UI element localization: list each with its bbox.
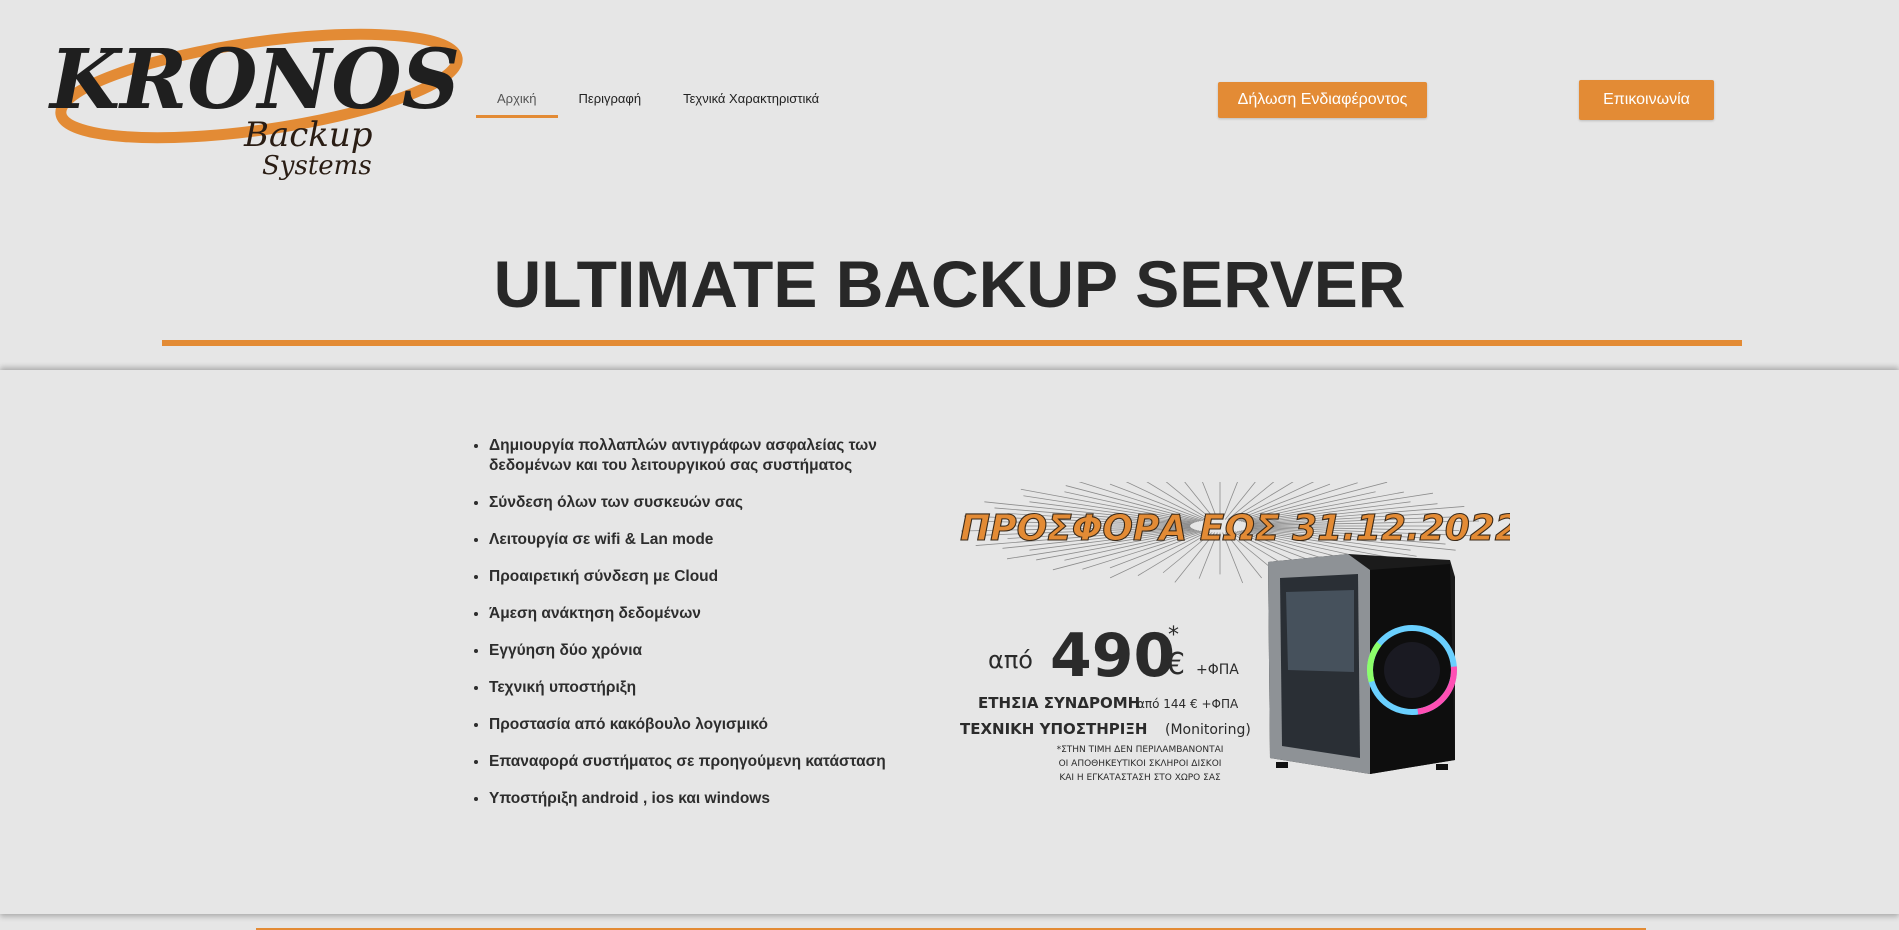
feature-item: Προστασία από κακόβουλο λογισμικό xyxy=(489,715,889,735)
nav-item-description[interactable]: Περιγραφή xyxy=(558,80,663,118)
site-header: KRONOS Backup Systems Αρχική Περιγραφή Τ… xyxy=(0,0,1899,370)
nav-item-label: Τεχνικά Χαρακτηριστικά xyxy=(683,91,820,106)
nav-item-label: Αρχική xyxy=(497,91,537,106)
price-vat: +ΦΠΑ xyxy=(1196,662,1239,678)
feature-item: Δημιουργία πολλαπλών αντιγράφων ασφαλεία… xyxy=(489,436,889,476)
nav-item-specifications[interactable]: Τεχνικά Χαρακτηριστικά xyxy=(662,80,840,118)
offer-headline: ΠΡΟΣΦΟΡΑ ΕΩΣ 31.12.2022 xyxy=(960,508,1510,549)
feature-item: Τεχνική υποστήριξη xyxy=(489,678,889,698)
nav-item-label: Περιγραφή xyxy=(578,91,642,106)
fine-print-line: ΚΑΙ Η ΕΓΚΑΤΑΣΤΑΣΗ ΣΤΟ ΧΩΡΟ ΣΑΣ xyxy=(1059,773,1221,783)
support-note: (Monitoring) xyxy=(1165,722,1251,738)
feature-item: Λειτουργία σε wifi & Lan mode xyxy=(489,530,889,550)
feature-item: Υποστήριξη android , ios και windows xyxy=(489,789,889,809)
features-section: Δημιουργία πολλαπλών αντιγράφων ασφαλεία… xyxy=(0,370,1899,914)
feature-item: Σύνδεση όλων των συσκευών σας xyxy=(489,493,889,513)
interest-button[interactable]: Δήλωση Ενδιαφέροντος xyxy=(1218,82,1427,118)
price-value: 490 xyxy=(1050,621,1175,691)
support-label: ΤΕΧΝΙΚΗ ΥΠΟΣΤΗΡΙΞΗ xyxy=(960,720,1147,738)
title-divider xyxy=(162,340,1742,346)
price-currency: € xyxy=(1166,647,1185,682)
subscription-price: από 144 € +ΦΠΑ xyxy=(1137,697,1239,711)
nav-item-home[interactable]: Αρχική xyxy=(476,80,558,118)
subscription-label: ΕΤΗΣΙΑ ΣΥΝΔΡΟΜΗ xyxy=(978,694,1140,712)
logo-backup-text: Backup xyxy=(243,115,373,155)
server-case-image xyxy=(1268,554,1457,774)
logo-systems-text: Systems xyxy=(262,151,372,181)
feature-item: Επαναφορά συστήματος σε προηγούμενη κατά… xyxy=(489,752,889,772)
main-nav: Αρχική Περιγραφή Τεχνικά Χαρακτηριστικά xyxy=(476,80,840,120)
kronos-logo[interactable]: KRONOS Backup Systems xyxy=(44,16,470,184)
feature-item: Άμεση ανάκτηση δεδομένων xyxy=(489,604,889,624)
fine-print-line: *ΣΤΗΝ ΤΙΜΗ ΔΕΝ ΠΕΡΙΛΑΜΒΑΝΟΝΤΑΙ xyxy=(1057,745,1224,755)
contact-button[interactable]: Επικοινωνία xyxy=(1579,80,1714,120)
price-prefix: από xyxy=(988,646,1033,674)
feature-item: Εγγύηση δύο χρόνια xyxy=(489,641,889,661)
page-title: ULTIMATE BACKUP SERVER xyxy=(493,247,1406,321)
logo-main-text: KRONOS xyxy=(48,32,460,128)
price-asterisk: * xyxy=(1168,623,1179,648)
feature-list: Δημιουργία πολλαπλών αντιγράφων ασφαλεία… xyxy=(470,436,889,826)
fine-print-line: ΟΙ ΑΠΟΘΗΚΕΥΤΙΚΟΙ ΣΚΛΗΡΟΙ ΔΙΣΚΟΙ xyxy=(1059,759,1222,769)
feature-item: Προαιρετική σύνδεση με Cloud xyxy=(489,567,889,587)
offer-banner: ΠΡΟΣΦΟΡΑ ΕΩΣ 31.12.2022 από 490 * € +ΦΠΑ… xyxy=(960,482,1510,783)
